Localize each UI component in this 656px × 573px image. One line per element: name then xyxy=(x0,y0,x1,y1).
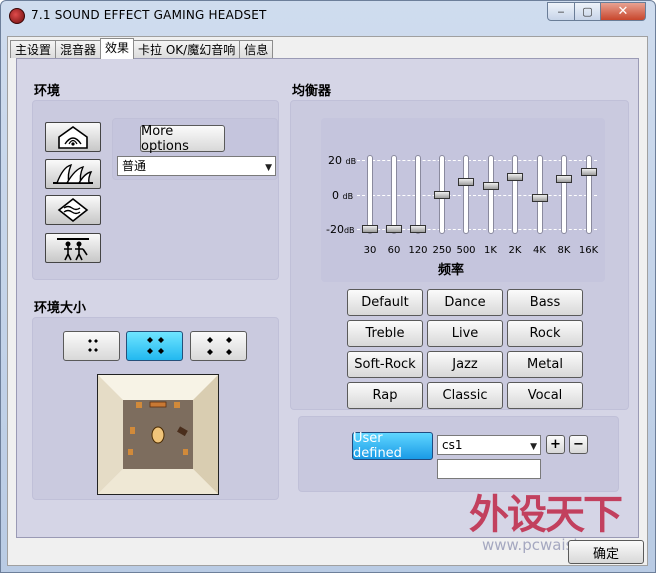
eq-band-track[interactable] xyxy=(463,155,469,234)
eq-band-thumb[interactable] xyxy=(410,225,426,233)
user-defined-button[interactable]: User defined xyxy=(352,431,433,461)
opera-house-icon xyxy=(53,163,93,184)
eq-preset-button[interactable]: Soft-Rock xyxy=(347,351,423,378)
eq-preset-button[interactable]: Rap xyxy=(347,382,423,409)
size-large-icon xyxy=(206,337,232,355)
eq-band-track[interactable] xyxy=(391,155,397,234)
concert-icon xyxy=(57,238,89,261)
db-unit: dB xyxy=(343,226,355,235)
eq-band-track[interactable] xyxy=(585,155,592,234)
close-icon: ✕ xyxy=(617,4,629,19)
minimize-button[interactable]: ‒ xyxy=(547,2,575,21)
size-small-icon xyxy=(87,339,98,352)
maximize-button[interactable]: ▢ xyxy=(574,2,601,21)
maximize-icon: ▢ xyxy=(582,5,593,18)
room-preview xyxy=(97,374,219,495)
eq-preset-button[interactable]: Live xyxy=(427,320,503,347)
tab-mixer[interactable]: 混音器 xyxy=(55,40,102,58)
db-label-zero-value: 0 xyxy=(332,189,339,202)
eq-preset-button[interactable]: Metal xyxy=(507,351,583,378)
eq-band-track[interactable] xyxy=(561,155,567,234)
eq-preset-button[interactable]: Default xyxy=(347,289,423,316)
eq-preset-button[interactable]: Classic xyxy=(427,382,503,409)
add-preset-button[interactable]: + xyxy=(546,435,565,454)
db-unit: dB xyxy=(342,192,354,201)
env-opera-button[interactable] xyxy=(45,159,101,189)
room-icon xyxy=(58,126,88,149)
size-medium-icon xyxy=(146,337,164,354)
db-label-max: 20 dB xyxy=(328,154,356,167)
eq-band-thumb[interactable] xyxy=(531,193,548,202)
eq-preset-button[interactable]: Dance xyxy=(427,289,503,316)
env-concert-button[interactable] xyxy=(45,233,101,263)
user-preset-select[interactable]: cs1 ▼ xyxy=(437,435,541,455)
eq-preset-button[interactable]: Vocal xyxy=(507,382,583,409)
db-label-min: -20dB xyxy=(326,223,355,236)
size-small-button[interactable] xyxy=(63,331,120,361)
tab-bar: 主设置 混音器 效果 卡拉 OK/魔幻音响 信息 xyxy=(10,38,274,59)
eq-band-thumb[interactable] xyxy=(386,225,402,233)
chevron-down-icon: ▼ xyxy=(265,163,272,173)
db-label-max-value: 20 xyxy=(328,154,342,167)
tab-info[interactable]: 信息 xyxy=(239,40,274,58)
user-preset-value: cs1 xyxy=(442,438,463,452)
size-medium-button[interactable] xyxy=(126,331,183,361)
eq-band-thumb[interactable] xyxy=(458,178,474,187)
app-logo-icon xyxy=(9,8,25,24)
chevron-down-icon: ▼ xyxy=(530,442,537,452)
room-preview-icon xyxy=(98,375,218,494)
eq-band-track[interactable] xyxy=(487,155,494,234)
environment-preset-value: 普通 xyxy=(122,159,147,173)
size-large-button[interactable] xyxy=(190,331,247,361)
eq-preset-button[interactable]: Bass xyxy=(507,289,583,316)
window-title: 7.1 SOUND EFFECT GAMING HEADSET xyxy=(31,8,267,22)
environment-preset-select[interactable]: 普通 ▼ xyxy=(117,156,276,176)
tab-effects[interactable]: 效果 xyxy=(100,38,135,59)
tab-karaoke[interactable]: 卡拉 OK/魔幻音响 xyxy=(133,40,241,58)
eq-preset-button[interactable]: Rock xyxy=(507,320,583,347)
eq-band-thumb[interactable] xyxy=(362,225,378,233)
eq-band-track[interactable] xyxy=(415,155,421,234)
eq-band-track[interactable] xyxy=(367,155,373,234)
eq-band-track[interactable] xyxy=(512,155,518,234)
underwater-icon xyxy=(57,197,89,223)
tab-main-settings[interactable]: 主设置 xyxy=(10,40,57,58)
eq-preset-button[interactable]: Treble xyxy=(347,320,423,347)
remove-preset-button[interactable]: − xyxy=(569,435,588,454)
eq-band-thumb[interactable] xyxy=(482,181,499,190)
env-room-button[interactable] xyxy=(45,122,101,152)
env-underwater-button[interactable] xyxy=(45,195,101,225)
environment-heading: 环境 xyxy=(34,84,61,99)
preset-name-input[interactable] xyxy=(437,459,541,479)
close-button[interactable]: ✕ xyxy=(600,2,646,21)
minimize-icon: ‒ xyxy=(557,5,565,18)
eq-band-thumb[interactable] xyxy=(556,174,572,183)
db-label-min-value: -20 xyxy=(326,223,344,236)
eq-band-thumb[interactable] xyxy=(580,168,597,177)
eq-band-thumb[interactable] xyxy=(434,190,450,199)
db-label-zero: 0 dB xyxy=(332,189,353,202)
eq-preset-button[interactable]: Jazz xyxy=(427,351,503,378)
ok-button[interactable]: 确定 xyxy=(568,540,644,564)
eq-band-label: 16K xyxy=(578,245,599,256)
frequency-title: 频率 xyxy=(438,263,465,278)
env-size-heading: 环境大小 xyxy=(34,301,87,316)
db-unit: dB xyxy=(345,157,357,166)
more-options-button[interactable]: More options xyxy=(140,124,225,154)
equalizer-heading: 均衡器 xyxy=(292,84,332,99)
eq-band-thumb[interactable] xyxy=(507,173,523,182)
title-bar[interactable]: 7.1 SOUND EFFECT GAMING HEADSET ‒ ▢ ✕ xyxy=(1,1,655,31)
watermark-logo: 外设天下 xyxy=(469,491,623,538)
